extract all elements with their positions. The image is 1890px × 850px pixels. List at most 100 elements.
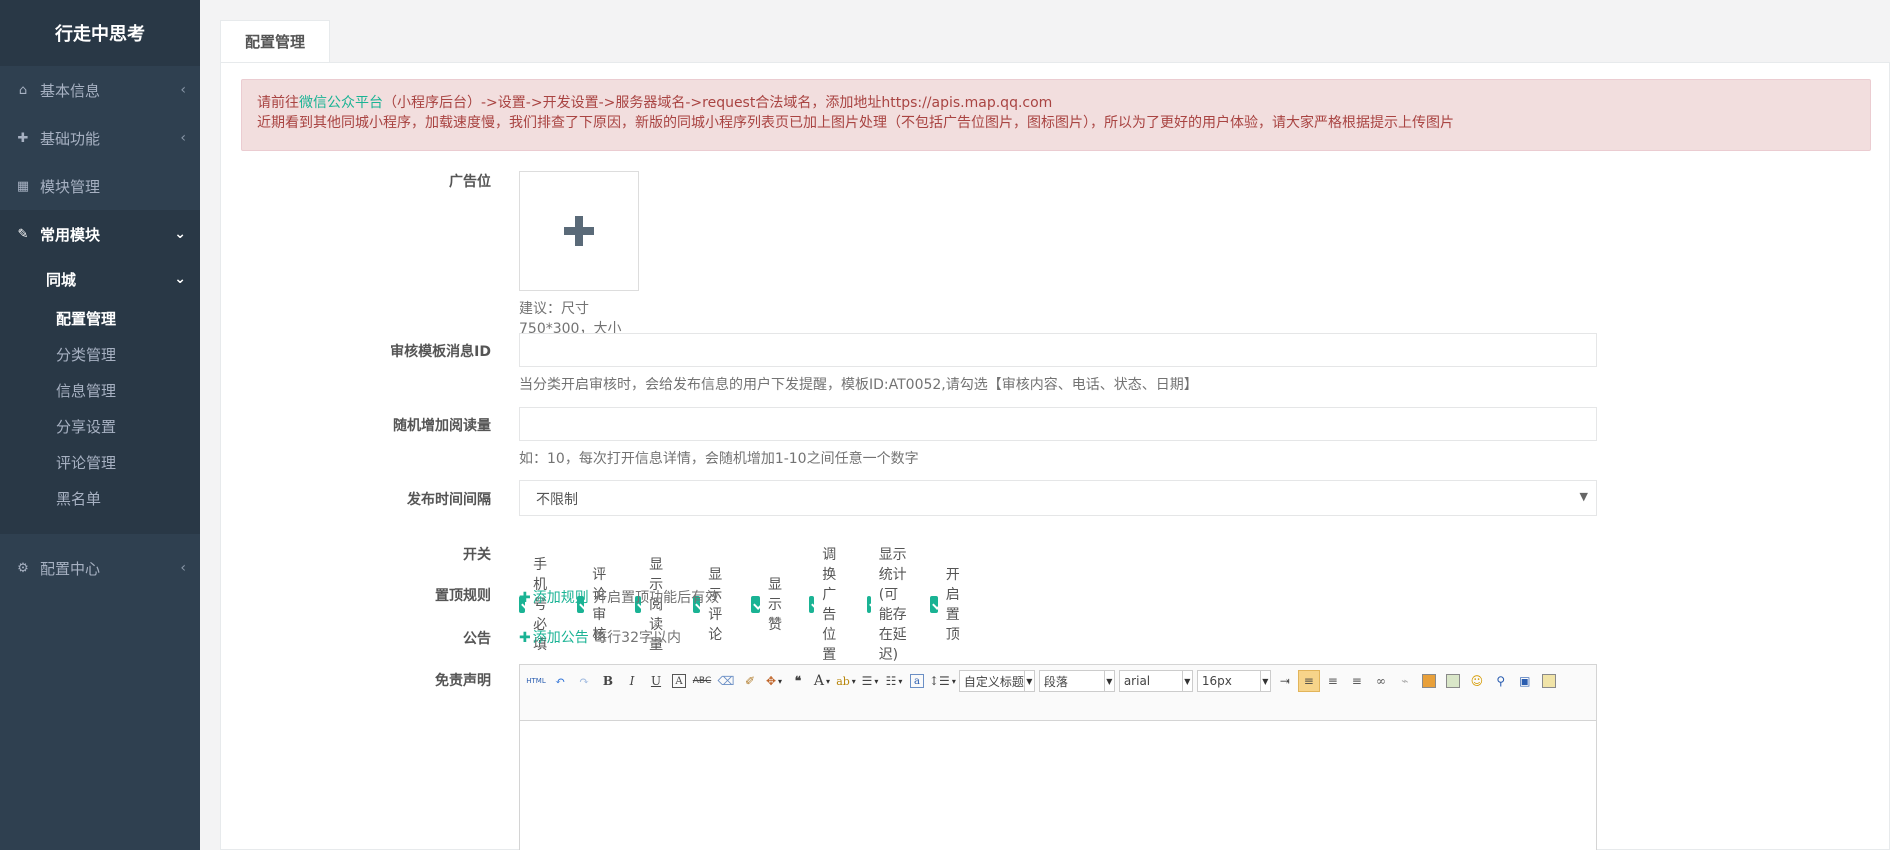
plus-icon: ✚ xyxy=(519,630,531,646)
link-icon[interactable]: ∞ xyxy=(1370,670,1392,692)
multi-image-icon[interactable] xyxy=(1442,670,1464,692)
ad-label: 广告位 xyxy=(449,174,491,190)
font-family-value: arial xyxy=(1123,674,1151,688)
chevron-left-icon: ‹ xyxy=(180,82,186,98)
undo-icon[interactable]: ↶ xyxy=(549,670,571,692)
image-thumb xyxy=(1541,674,1556,688)
checkbox-show-likes[interactable]: 显示赞 xyxy=(751,574,790,634)
emoticon-icon[interactable]: ☺ xyxy=(1466,670,1488,692)
sidebar-subitem-blacklist[interactable]: 黑名单 xyxy=(0,480,200,516)
sidebar-subgroup: 同城 ⌄ 配置管理 分类管理 信息管理 分享设置 评论管理 黑名单 xyxy=(0,258,200,534)
checkbox-label: 调换广告位置 xyxy=(822,547,837,663)
add-rule-link[interactable]: ✚ 添加规则 xyxy=(519,590,589,606)
config-panel: 请前往微信公众平台（小程序后台）->设置->开发设置->服务器域名->reque… xyxy=(220,62,1890,850)
tab-bar: 配置管理 xyxy=(220,20,331,63)
checkbox-enable-top[interactable]: 开启置顶 xyxy=(930,564,969,644)
sidebar-item-label: 模块管理 xyxy=(40,177,101,196)
sidebar-item-module-management[interactable]: ▦ 模块管理 xyxy=(0,162,200,210)
line-height-icon[interactable]: ↕☰ ▾ xyxy=(929,670,956,692)
home-icon: ⌂ xyxy=(18,82,28,98)
checkbox-label: 显示赞 xyxy=(767,577,782,633)
align-right-icon[interactable]: ≡ xyxy=(1346,670,1368,692)
read-increase-label: 随机增加阅读量 xyxy=(393,418,491,434)
puzzle-icon: ✚ xyxy=(17,130,29,146)
tab-config-management[interactable]: 配置管理 xyxy=(220,20,331,63)
font-color-icon[interactable]: A ▾ xyxy=(811,670,833,692)
top-rule-label: 置顶规则 xyxy=(435,588,491,604)
sidebar-subgroup-tongcheng[interactable]: 同城 ⌄ xyxy=(0,258,200,300)
sidebar-subitem-category[interactable]: 分类管理 xyxy=(0,336,200,372)
editor-content-area[interactable] xyxy=(520,721,1596,850)
alert-line-1: 请前往微信公众平台（小程序后台）->设置->开发设置->服务器域名->reque… xyxy=(257,93,1855,113)
sidebar-item-label: 基本信息 xyxy=(40,81,101,100)
auto-format-icon[interactable]: ✥ ▾ xyxy=(763,670,785,692)
image-icon[interactable] xyxy=(1418,670,1440,692)
sidebar-item-common-modules[interactable]: ✎ 常用模块 ⌄ xyxy=(0,210,200,258)
sidebar-item-config-center[interactable]: ⚙ 配置中心 ‹ xyxy=(0,544,200,592)
caret-down-icon: ▼ xyxy=(1103,671,1114,691)
wechat-platform-link[interactable]: 微信公众平台 xyxy=(299,95,383,111)
ordered-list-icon[interactable]: ☰ ▾ xyxy=(859,670,881,692)
sidebar-subitem-info[interactable]: 信息管理 xyxy=(0,372,200,408)
eraser-icon[interactable]: ⌫ xyxy=(715,670,737,692)
blockquote-icon[interactable]: ❝ xyxy=(787,670,809,692)
template-id-input[interactable] xyxy=(519,333,1597,367)
notice-alert: 请前往微信公众平台（小程序后台）->设置->开发设置->服务器域名->reque… xyxy=(241,79,1871,151)
font-family-select[interactable]: arial ▼ xyxy=(1118,670,1193,692)
edit-icon: ✎ xyxy=(17,226,29,242)
checkbox-swap-ad[interactable]: 调换广告位置 xyxy=(809,544,848,664)
image-thumb xyxy=(1445,674,1460,688)
add-rule-label: 添加规则 xyxy=(532,590,589,606)
template-icon[interactable] xyxy=(1538,670,1560,692)
html-source-button[interactable]: HTML xyxy=(525,670,547,692)
redo-icon[interactable]: ↷ xyxy=(573,670,595,692)
interval-label: 发布时间间隔 xyxy=(407,492,491,508)
checkbox-checked-icon xyxy=(867,595,871,613)
preview-icon[interactable]: ▣ xyxy=(1514,670,1536,692)
chevron-down-icon: ⌄ xyxy=(174,271,186,287)
align-center-icon[interactable]: ≡ xyxy=(1322,670,1344,692)
sidebar-item-basic-functions[interactable]: ✚ 基础功能 ‹ xyxy=(0,114,200,162)
interval-select[interactable]: 不限制 ▼ xyxy=(519,480,1597,516)
checkbox-label: 开启置顶 xyxy=(945,567,960,643)
sidebar: 行走中思考 ⌂ 基本信息 ‹ ✚ 基础功能 ‹ ▦ 模块管理 ✎ 常用模块 ⌄ … xyxy=(0,0,200,850)
read-increase-input[interactable] xyxy=(519,407,1597,441)
main-content: 配置管理 请前往微信公众平台（小程序后台）->设置->开发设置->服务器域名->… xyxy=(200,0,1890,850)
custom-title-select[interactable]: 自定义标题 ▼ xyxy=(958,670,1035,692)
sidebar-subitem-config[interactable]: 配置管理 xyxy=(0,300,200,336)
highlight-icon[interactable]: ab ▾ xyxy=(835,670,857,692)
sidebar-item-label: 配置中心 xyxy=(40,559,101,578)
alert-prefix: 请前往 xyxy=(257,95,299,111)
alert-line-2: 近期看到其他同城小程序，加载速度慢，我们排查了下原因，新版的同城小程序列表页已加… xyxy=(257,115,1454,131)
text-box-icon[interactable]: a xyxy=(910,674,924,688)
font-size-select[interactable]: 16px ▼ xyxy=(1196,670,1271,692)
strikethrough-icon[interactable]: ABC xyxy=(691,670,713,692)
font-size-value: 16px xyxy=(1201,674,1232,688)
checkbox-show-stats[interactable]: 显示统计(可能存在延迟) xyxy=(867,544,911,664)
paragraph-select[interactable]: 段落 ▼ xyxy=(1038,670,1115,692)
ad-upload-button[interactable] xyxy=(519,171,639,291)
attachment-icon[interactable]: ⚲ xyxy=(1490,670,1512,692)
grid-icon: ▦ xyxy=(16,178,30,194)
align-left-icon[interactable]: ≡ xyxy=(1297,670,1320,692)
add-notice-label: 添加公告 xyxy=(532,630,589,646)
font-border-icon[interactable]: A xyxy=(672,674,686,688)
sidebar-subitem-comments[interactable]: 评论管理 xyxy=(0,444,200,480)
bold-icon[interactable]: B xyxy=(597,670,619,692)
image-thumb xyxy=(1421,674,1436,688)
interval-selected-value: 不限制 xyxy=(536,492,578,508)
underline-icon[interactable]: U xyxy=(645,670,667,692)
unlink-icon[interactable]: ⌁ xyxy=(1394,670,1416,692)
sidebar-subitem-share[interactable]: 分享设置 xyxy=(0,408,200,444)
add-notice-link[interactable]: ✚ 添加公告 xyxy=(519,630,589,646)
indent-icon[interactable]: ⇥ xyxy=(1274,670,1296,692)
italic-icon[interactable]: I xyxy=(621,670,643,692)
format-brush-icon[interactable]: ✐ xyxy=(739,670,761,692)
caret-down-icon: ▼ xyxy=(1579,490,1588,503)
sidebar-item-basic-info[interactable]: ⌂ 基本信息 ‹ xyxy=(0,66,200,114)
sidebar-item-label: 基础功能 xyxy=(40,129,101,148)
sidebar-item-label: 常用模块 xyxy=(40,225,101,244)
disclaimer-editor: HTML ↶ ↷ B I U A ABC ⌫ ✐ ✥▾ ❝ A▾ ab▾ xyxy=(519,664,1597,850)
paragraph-value: 段落 xyxy=(1043,674,1068,689)
unordered-list-icon[interactable]: ☷ ▾ xyxy=(883,670,905,692)
